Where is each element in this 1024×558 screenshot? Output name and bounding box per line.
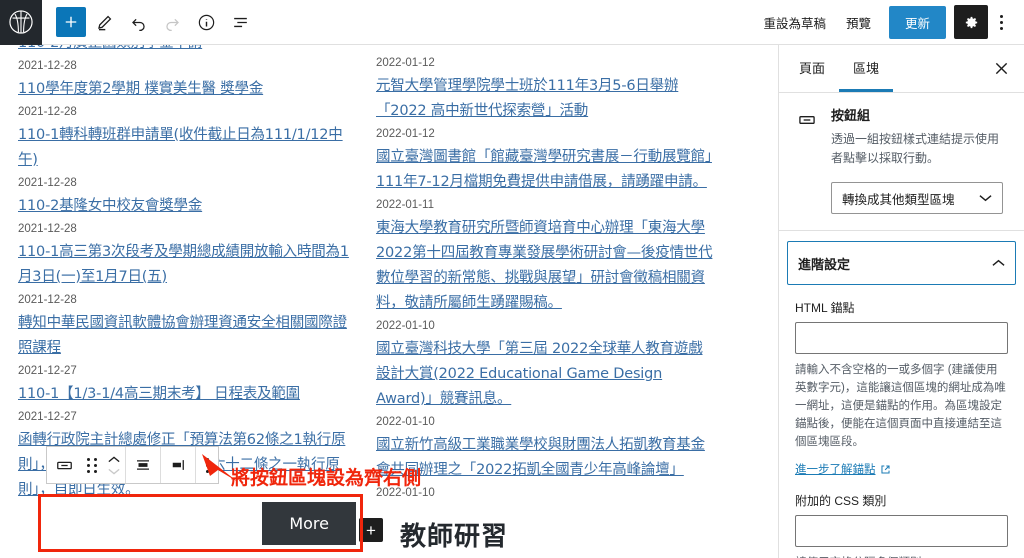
- css-classes-input[interactable]: [795, 515, 1008, 547]
- external-link-icon: [880, 464, 890, 474]
- convert-block-label: 轉換成其他類型區塊: [842, 192, 955, 207]
- html-anchor-input[interactable]: [795, 322, 1008, 354]
- announcement-link[interactable]: 國立臺灣科技大學「第三屆 2022全球華人教育遊戲設計大賞(2022 Educa…: [376, 337, 716, 412]
- announcement-date: 2021-12-27: [18, 365, 77, 377]
- block-mover-buttons[interactable]: [103, 447, 125, 483]
- annotation-highlight-box: [38, 494, 363, 552]
- details-info-button[interactable]: [190, 6, 222, 38]
- html-anchor-label: HTML 錨點: [795, 301, 855, 315]
- announcement-date: 2021-12-27: [18, 411, 77, 423]
- announcement-date: 2022-01-12: [376, 57, 435, 69]
- undo-button[interactable]: [122, 6, 154, 38]
- chevron-down-icon: [979, 195, 992, 202]
- editor-root: 重設為草稿 預覽 更新 110-2月廣正園類別學金申請2021-12-28110…: [0, 0, 1024, 558]
- announcement-date: 2022-01-10: [376, 416, 435, 428]
- columns-block: 110-2月廣正園類別學金申請 2021-12-28 110學年度第2學期 樸實美生…: [0, 45, 778, 504]
- announcement-date: 2021-12-28: [18, 223, 77, 235]
- css-classes-label: 附加的 CSS 類別: [795, 494, 887, 508]
- block-inserter-button[interactable]: [56, 7, 86, 37]
- announcement-link[interactable]: 轉知中華民國資訊軟體協會辦理資通安全相關國際證照課程: [18, 311, 358, 361]
- update-button[interactable]: 更新: [888, 5, 946, 39]
- advanced-settings-label: 進階設定: [798, 256, 851, 272]
- wordpress-logo-icon[interactable]: [0, 0, 42, 45]
- advanced-settings-toggle[interactable]: 進階設定: [787, 241, 1016, 285]
- announcement-date: 2021-12-28: [18, 177, 77, 189]
- settings-sidebar: 頁面 區塊 按鈕組 透過一組按鈕樣式連結提示使用者點擊以採取行動。 轉換成其他類…: [778, 45, 1024, 558]
- drag-handle-icon[interactable]: [81, 447, 103, 483]
- column-middle: 2022-01-12 元智大學管理學院學士班於111年3月5-6日舉辦「2022 …: [376, 45, 716, 504]
- announcement-date: 2022-01-10: [376, 320, 435, 332]
- html-anchor-help: 請輸入不含空格的一或多個字 (建議使用英數字元)，這能讓這個區塊的網址成為唯一網…: [795, 364, 1006, 448]
- announcement-date: 2021-12-28: [18, 294, 77, 306]
- chevron-down-icon: [108, 468, 120, 475]
- align-center-icon[interactable]: [126, 447, 160, 483]
- announcement-link[interactable]: 元智大學管理學院學士班於111年3月5-6日舉辦「2022 高中新世代探索營」活…: [376, 74, 716, 124]
- block-toolbar-group-align: [126, 447, 161, 483]
- top-bar-right-tools: 重設為草稿 預覽 更新: [753, 5, 1024, 39]
- justify-right-icon[interactable]: [161, 447, 195, 483]
- chevron-up-icon: [992, 259, 1005, 266]
- tab-block[interactable]: 區塊: [839, 45, 894, 92]
- switch-to-draft-button[interactable]: 重設為草稿: [753, 7, 836, 38]
- announcement-link[interactable]: 110-1轉科轉班群申請單(收件截止日為111/1/12中午): [18, 123, 358, 173]
- block-toolbar-group-block: [47, 447, 126, 483]
- buttons-block-icon: [795, 108, 819, 132]
- announcement-date: 2021-12-28: [18, 106, 77, 118]
- more-options-button[interactable]: [988, 5, 1014, 39]
- block-card: 按鈕組 透過一組按鈕樣式連結提示使用者點擊以採取行動。: [795, 107, 1008, 168]
- redo-button[interactable]: [156, 6, 188, 38]
- page-heading: 教師研習: [400, 522, 509, 552]
- chevron-up-icon: [108, 455, 120, 462]
- list-view-button[interactable]: [224, 6, 256, 38]
- announcement-date: 2022-01-12: [376, 128, 435, 140]
- block-toolbar-group-justify: [161, 447, 196, 483]
- announcement-link[interactable]: 110-2基隆女中校友會獎學金: [18, 194, 358, 219]
- announcement-date: 2022-01-10: [376, 487, 435, 499]
- announcement-link[interactable]: 國立臺灣圖書館「館藏臺灣學研究書展－行動展覽館」111年7-12月檔期免費提供申…: [376, 145, 716, 195]
- announcement-date: 2022-01-11: [376, 199, 434, 211]
- editor-top-bar: 重設為草稿 預覽 更新: [0, 0, 1024, 45]
- announcement-link[interactable]: 110-2月廣正園類別學金申請: [18, 45, 358, 56]
- announcement-link[interactable]: 110學年度第2學期 樸實美生醫 獎學金: [18, 77, 358, 102]
- close-icon: [995, 62, 1007, 75]
- announcement-link[interactable]: 國立新竹高級工業職業學校與財團法人拓凱教育基金會共同辦理之「2022拓凱全國青少…: [376, 433, 716, 483]
- block-toolbar[interactable]: [46, 446, 219, 484]
- learn-more-anchor-link[interactable]: 進一步了解錨點: [795, 461, 891, 477]
- block-card-section: 按鈕組 透過一組按鈕樣式連結提示使用者點擊以採取行動。 轉換成其他類型區塊: [779, 93, 1024, 231]
- column-left: 110-2月廣正園類別學金申請 2021-12-28 110學年度第2學期 樸實美生…: [18, 45, 358, 504]
- buttons-block-icon[interactable]: [47, 447, 81, 483]
- announcement-date: 2021-12-28: [18, 60, 77, 72]
- learn-more-anchor-label: 進一步了解錨點: [795, 464, 876, 476]
- announcement-link[interactable]: 110-1高三第3次段考及學期總成績開放輸入時間為1月3日(一)至1月7日(五): [18, 240, 358, 290]
- tab-page[interactable]: 頁面: [785, 45, 839, 92]
- kebab-menu-icon: [999, 13, 1003, 31]
- block-title: 按鈕組: [831, 108, 871, 123]
- block-description: 透過一組按鈕樣式連結提示使用者點擊以採取行動。: [831, 132, 1000, 165]
- announcement-link[interactable]: 東海大學教育研究所暨師資培育中心辦理「東海大學2022第十四屆教育專業發展學術研…: [376, 216, 716, 316]
- preview-button[interactable]: 預覽: [836, 7, 881, 38]
- top-bar-left-tools: [42, 6, 256, 38]
- convert-block-dropdown[interactable]: 轉換成其他類型區塊: [831, 182, 1003, 214]
- settings-gear-button[interactable]: [954, 5, 988, 39]
- sidebar-tabs: 頁面 區塊: [779, 45, 1024, 93]
- css-classes-help: 請使用空格分隔多個類別。: [795, 554, 1008, 558]
- tools-pencil-button[interactable]: [88, 6, 120, 38]
- annotation-text: 將按鈕區塊設為齊右側: [231, 467, 422, 489]
- advanced-settings-panel: HTML 錨點 請輸入不含空格的一或多個字 (建議使用英數字元)，這能讓這個區塊…: [779, 299, 1024, 558]
- announcement-link[interactable]: 110-1【1/3-1/4高三期末考】 日程表及範圍: [18, 382, 358, 407]
- close-sidebar-button[interactable]: [984, 52, 1018, 86]
